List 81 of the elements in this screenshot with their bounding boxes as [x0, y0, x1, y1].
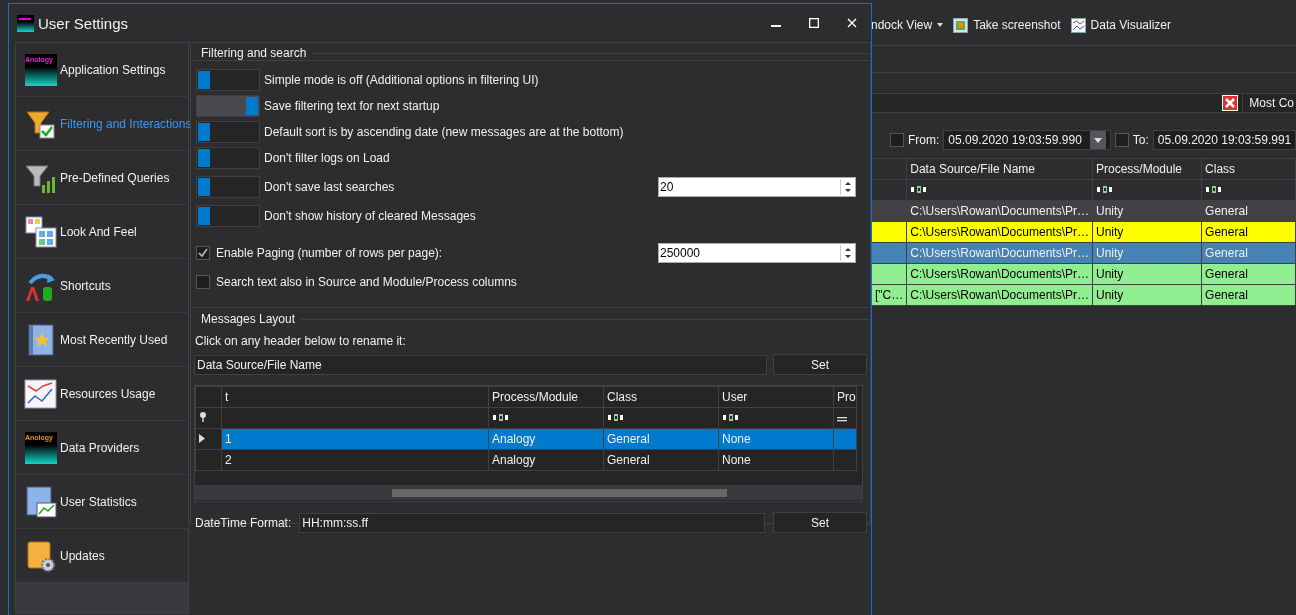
clear-icon [1222, 95, 1239, 111]
sidebar-item[interactable]: Look And Feel [16, 205, 188, 258]
option-label: Save filtering text for next startup [264, 99, 441, 113]
to-label: To: [1132, 133, 1149, 147]
most-common-button[interactable]: Most Co [1242, 94, 1296, 112]
checkbox[interactable] [196, 275, 210, 289]
toggle-switch[interactable] [196, 176, 260, 198]
toggle-switch[interactable] [196, 147, 260, 169]
sidebar-item[interactable]: Resources Usage [16, 367, 188, 420]
filter-icon [492, 413, 509, 422]
set-button[interactable]: Set [773, 354, 867, 375]
toolbar-button[interactable]: Data Visualizer [1070, 17, 1172, 33]
horizontal-scrollbar[interactable] [195, 485, 862, 500]
from-label: From: [908, 133, 940, 147]
table-cell: General [603, 449, 719, 471]
filter-icon [1205, 185, 1223, 194]
table-cell: 1 [221, 428, 489, 450]
datetime-field[interactable]: HH:mm:ss.ff [299, 512, 765, 533]
date-field[interactable]: 05.09.2020 19:03:59.991 [1152, 130, 1296, 150]
sidebar-item[interactable]: Updates [16, 529, 188, 582]
app-logo-icon [17, 14, 34, 32]
column-header[interactable]: Process/Module [1092, 158, 1202, 180]
group-title: Filtering and search [201, 46, 307, 60]
option-label: Simple mode is off (Additional options in filtering UI) [264, 73, 540, 87]
toggle-switch[interactable] [196, 121, 260, 143]
close-icon [847, 18, 857, 28]
column-header[interactable]: Class [603, 386, 719, 408]
column-header[interactable]: Pro [833, 386, 857, 408]
table-cell: Analogy [488, 449, 604, 471]
window-chart-icon [24, 484, 58, 519]
sidebar-item[interactable]: User Statistics [16, 475, 188, 528]
sidebar-item[interactable]: Pre-Defined Queries [16, 151, 188, 204]
maximize-icon [809, 18, 819, 28]
number-field[interactable]: 250000 [658, 243, 856, 263]
chart-icon [1070, 17, 1086, 33]
option-label: Don't show history of cleared Messages [264, 209, 477, 223]
column-header[interactable]: Process/Module [488, 386, 604, 408]
toolbar-button[interactable]: Take screenshot [953, 17, 1061, 33]
equals-icon [837, 416, 847, 422]
datetime-label: DateTime Format: [195, 515, 292, 530]
set-button[interactable]: Set [773, 512, 867, 533]
option-label: Don't save last searches [264, 180, 396, 194]
checkbox[interactable] [890, 133, 904, 147]
caret-icon [937, 23, 944, 27]
rename-field[interactable]: Data Source/File Name [194, 354, 767, 375]
option-label: Enable Paging (number of rows per page): [216, 246, 444, 260]
toolbar-menu[interactable]: ndock View [871, 18, 944, 32]
minimize-icon [771, 25, 781, 27]
sidebar-item[interactable]: Shortcuts [16, 259, 188, 312]
filter-icon [722, 413, 739, 422]
filter-icon [1096, 185, 1113, 194]
option-label: Search text also in Source and Module/Process columns [216, 275, 518, 289]
image-icon [953, 17, 969, 33]
instruction-text: Click on any header below to rename it: [194, 333, 407, 350]
toggle-switch[interactable] [196, 95, 260, 117]
row-pointer-icon [199, 434, 205, 443]
column-header[interactable]: t [221, 386, 489, 408]
table-cell: 2 [221, 449, 489, 471]
checkbox[interactable] [196, 246, 210, 260]
sidebar-item[interactable]: Most Recently Used [16, 313, 188, 366]
filter-icon [910, 185, 928, 194]
toggle-switch[interactable] [196, 69, 260, 91]
pin-icon [199, 412, 207, 422]
option-label: Default sort is by ascending date (new messages are at the bottom) [264, 125, 625, 139]
table-cell: None [718, 449, 834, 471]
toggle-switch[interactable] [196, 205, 260, 227]
window-title: User Settings [38, 14, 130, 32]
number-field[interactable]: 20 [658, 177, 856, 197]
checkbox[interactable] [1114, 133, 1129, 147]
filter-icon [607, 413, 624, 422]
column-header[interactable]: Data Source/File Name [906, 158, 1093, 180]
column-header[interactable]: Class [1201, 158, 1296, 180]
column-header[interactable]: User [718, 386, 834, 408]
tiles-icon [24, 214, 58, 249]
box-gear-icon [24, 538, 58, 573]
caret-icon [1093, 137, 1102, 143]
date-field[interactable]: 05.09.2020 19:03:59.990 [943, 130, 1111, 150]
option-label: Don't filter logs on Load [264, 151, 391, 165]
checkmark-icon [198, 248, 208, 258]
group-title: Messages Layout [201, 312, 296, 326]
line-chart-icon [24, 376, 58, 411]
